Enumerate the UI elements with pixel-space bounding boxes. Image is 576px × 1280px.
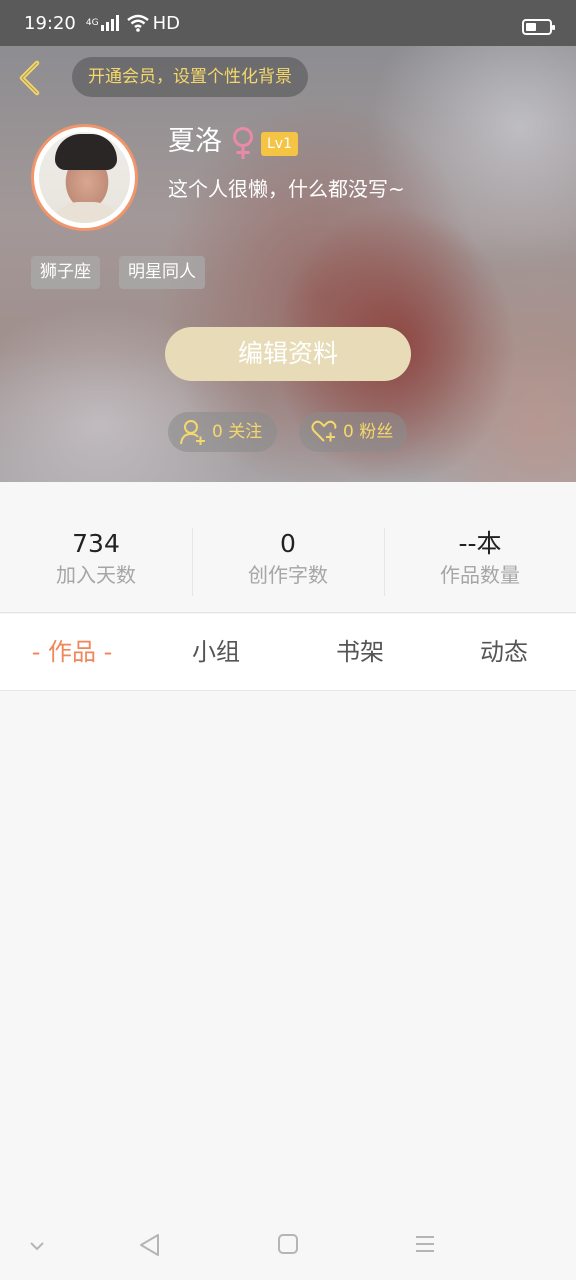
stat-label: 加入天数 <box>56 563 136 587</box>
tab-activity[interactable]: 动态 <box>432 614 576 691</box>
heart-plus-icon <box>311 420 337 442</box>
stat-days: 734 加入天数 <box>0 528 192 590</box>
edit-profile-button[interactable]: 编辑资料 <box>165 327 411 381</box>
back-arrow-icon[interactable] <box>14 58 46 98</box>
tag-category: 明星同人 <box>119 256 205 289</box>
tab-bookshelf[interactable]: 书架 <box>288 614 432 691</box>
home-square-icon[interactable] <box>277 1233 299 1255</box>
stat-label: 创作字数 <box>248 563 328 587</box>
back-triangle-icon[interactable] <box>138 1233 162 1257</box>
nickname: 夏洛 <box>168 126 222 157</box>
female-gender-icon <box>233 127 253 159</box>
stat-value: 734 <box>72 529 120 558</box>
level-badge: Lv1 <box>261 132 298 156</box>
avatar[interactable] <box>31 124 138 231</box>
tab-works[interactable]: - 作品 - <box>0 614 144 691</box>
tab-groups[interactable]: 小组 <box>144 614 288 691</box>
status-time: 19:20 <box>24 12 76 34</box>
stat-label: 作品数量 <box>440 563 520 587</box>
fans-label: 0 粉丝 <box>343 422 394 442</box>
profile-header: 开通会员，设置个性化背景 夏洛 Lv1 这个人很懒，什么都没写~ 狮子座 明星同… <box>0 46 576 482</box>
tab-bar: - 作品 - 小组 书架 动态 <box>0 614 576 691</box>
collapse-icon[interactable] <box>28 1240 46 1252</box>
follow-count-button[interactable]: 0 关注 <box>168 412 277 452</box>
stat-words: 0 创作字数 <box>192 528 384 590</box>
system-nav-bar <box>0 1220 576 1280</box>
fans-count-button[interactable]: 0 粉丝 <box>299 412 407 452</box>
status-bar: 19:20 4G HD <box>0 0 576 46</box>
stat-value: 0 <box>280 529 296 558</box>
wifi-icon <box>126 14 149 32</box>
stat-value: --本 <box>458 529 502 558</box>
user-plus-icon <box>180 420 205 445</box>
stat-works: --本 作品数量 <box>384 528 576 590</box>
follow-label: 0 关注 <box>212 422 263 442</box>
signal-icon <box>100 15 119 31</box>
hd-indicator: HD <box>152 12 180 34</box>
network-type: 4G <box>85 17 99 28</box>
vip-banner[interactable]: 开通会员，设置个性化背景 <box>72 57 308 97</box>
stats-row: 734 加入天数 0 创作字数 --本 作品数量 <box>0 482 576 613</box>
tag-zodiac: 狮子座 <box>31 256 100 289</box>
tab-content-area <box>0 692 576 1220</box>
battery-icon <box>522 19 555 35</box>
profile-page: 19:20 4G HD 开通会员，设置个性化背景 夏洛 Lv1 这个人很懒，什么… <box>0 0 576 1280</box>
signature-text: 这个人很懒，什么都没写~ <box>168 177 405 201</box>
menu-icon[interactable] <box>414 1233 436 1255</box>
